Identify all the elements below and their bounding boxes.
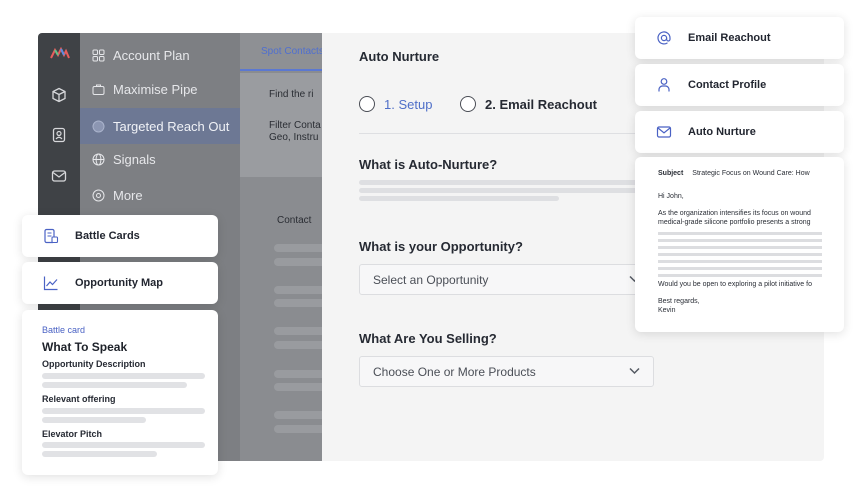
step-label: 1. Setup xyxy=(384,96,433,112)
divider xyxy=(359,133,639,134)
battle-card-heading: What To Speak xyxy=(42,340,128,354)
placeholder-row xyxy=(274,286,322,294)
card-label: Battle Cards xyxy=(75,230,140,242)
brand-logo-icon xyxy=(50,47,70,59)
cube-icon[interactable] xyxy=(51,87,67,103)
question-what-are-you-selling: What Are You Selling? xyxy=(359,331,497,346)
tab-spot-contacts[interactable]: Spot Contacts xyxy=(240,33,322,71)
sidebar-item-maximise-pipe[interactable]: Maximise Pipe xyxy=(80,71,240,107)
email-closing-line: Would you be open to exploring a pilot i… xyxy=(658,281,812,288)
trend-chart-icon xyxy=(43,276,58,291)
placeholder-line xyxy=(42,451,157,457)
placeholder-row xyxy=(274,383,322,391)
battle-cards-icon xyxy=(44,228,59,244)
placeholder-line xyxy=(42,373,205,379)
find-text: Find the ri xyxy=(269,89,314,100)
target-icon xyxy=(92,120,105,132)
sidebar-item-account-plan[interactable]: Account Plan xyxy=(80,37,240,73)
placeholder-line xyxy=(42,408,205,414)
section-relevant-offering: Relevant offering xyxy=(42,394,116,404)
placeholder-row xyxy=(274,327,322,335)
mail-icon xyxy=(656,126,672,138)
spot-contacts-panel: Spot Contacts Find the ri Filter Conta G… xyxy=(240,33,322,461)
section-opportunity-description: Opportunity Description xyxy=(42,359,146,369)
sidebar-item-label: More xyxy=(113,187,143,203)
grid-icon xyxy=(92,49,105,61)
sidebar-item-label: Maximise Pipe xyxy=(113,81,198,97)
placeholder-row xyxy=(274,370,322,378)
placeholder-line xyxy=(658,232,822,235)
opportunity-select[interactable]: Select an Opportunity xyxy=(359,264,654,295)
contact-card-icon[interactable] xyxy=(51,127,67,143)
sidebar-item-label: Account Plan xyxy=(113,47,190,63)
placeholder-line xyxy=(359,188,639,193)
filter-text: Filter Conta xyxy=(269,120,321,131)
sidebar-item-targeted-reach-out[interactable]: Targeted Reach Out xyxy=(80,108,240,144)
email-subject: Strategic Focus on Wound Care: How xyxy=(692,170,810,177)
sidebar-item-more[interactable]: More xyxy=(80,177,240,213)
email-subject-row: Subject Strategic Focus on Wound Care: Ho… xyxy=(658,170,810,177)
placeholder-row xyxy=(274,258,322,266)
chevron-down-icon xyxy=(629,367,640,375)
step-setup[interactable]: 1. Setup xyxy=(359,96,432,112)
filter-text-2: Geo, Instru xyxy=(269,132,319,143)
page-title: Auto Nurture xyxy=(359,49,440,64)
placeholder-line xyxy=(658,253,822,256)
opportunity-map-card[interactable]: Opportunity Map xyxy=(22,262,218,304)
email-greeting: Hi John, xyxy=(658,193,684,200)
more-icon xyxy=(92,189,105,201)
placeholder-row xyxy=(274,425,322,433)
question-what-is-auto-nurture: What is Auto-Nurture? xyxy=(359,157,498,172)
radio-icon xyxy=(460,96,476,112)
sidebar-item-signals[interactable]: Signals xyxy=(80,141,240,177)
placeholder-line xyxy=(42,382,187,388)
mail-check-icon[interactable] xyxy=(51,168,67,184)
step-label: 2. Email Reachout xyxy=(485,96,597,112)
opportunity-select-value: Select an Opportunity xyxy=(373,272,489,287)
placeholder-row xyxy=(274,244,322,252)
products-select-value: Choose One or More Products xyxy=(373,364,536,379)
globe-icon xyxy=(92,153,105,165)
section-elevator-pitch: Elevator Pitch xyxy=(42,429,103,439)
card-label: Email Reachout xyxy=(688,32,771,44)
at-sign-icon xyxy=(657,31,671,45)
placeholder-line xyxy=(42,442,205,448)
sidebar-item-label: Targeted Reach Out xyxy=(113,118,230,134)
email-body-line: As the organization intensifies its focu… xyxy=(658,210,811,217)
email-subject-label: Subject xyxy=(658,170,684,177)
placeholder-line xyxy=(658,239,822,242)
email-body-line: medical-grade silicone portfolio present… xyxy=(658,219,811,226)
radio-icon xyxy=(359,96,375,112)
battle-card-label: Battle card xyxy=(42,325,86,335)
placeholder-row xyxy=(274,299,322,307)
placeholder-line xyxy=(42,417,146,423)
step-email-reachout[interactable]: 2. Email Reachout xyxy=(460,96,597,112)
placeholder-row xyxy=(274,411,322,419)
battle-card-panel: Battle card What To Speak Opportunity De… xyxy=(22,310,218,475)
placeholder-line xyxy=(658,267,822,270)
user-icon xyxy=(658,78,670,92)
placeholder-line xyxy=(658,274,822,277)
question-opportunity: What is your Opportunity? xyxy=(359,239,523,254)
auto-nurture-card[interactable]: Auto Nurture xyxy=(635,111,844,153)
email-reachout-card[interactable]: Email Reachout xyxy=(635,17,844,59)
battle-cards-card[interactable]: Battle Cards xyxy=(22,215,218,257)
placeholder-line xyxy=(658,260,822,263)
email-preview-card: Subject Strategic Focus on Wound Care: Ho… xyxy=(635,157,844,332)
card-label: Contact Profile xyxy=(688,79,767,91)
placeholder-line xyxy=(359,180,639,185)
briefcase-icon xyxy=(92,84,105,95)
placeholder-line xyxy=(359,196,559,201)
sidebar-item-label: Signals xyxy=(113,151,156,167)
email-sender-name: Kevin xyxy=(658,307,676,314)
placeholder-row xyxy=(274,341,322,349)
email-signoff: Best regards, xyxy=(658,298,700,305)
card-label: Opportunity Map xyxy=(75,277,163,289)
card-label: Auto Nurture xyxy=(688,126,756,138)
products-select[interactable]: Choose One or More Products xyxy=(359,356,654,387)
contact-column-header: Contact xyxy=(277,215,312,226)
contact-profile-card[interactable]: Contact Profile xyxy=(635,64,844,106)
placeholder-line xyxy=(658,246,822,249)
